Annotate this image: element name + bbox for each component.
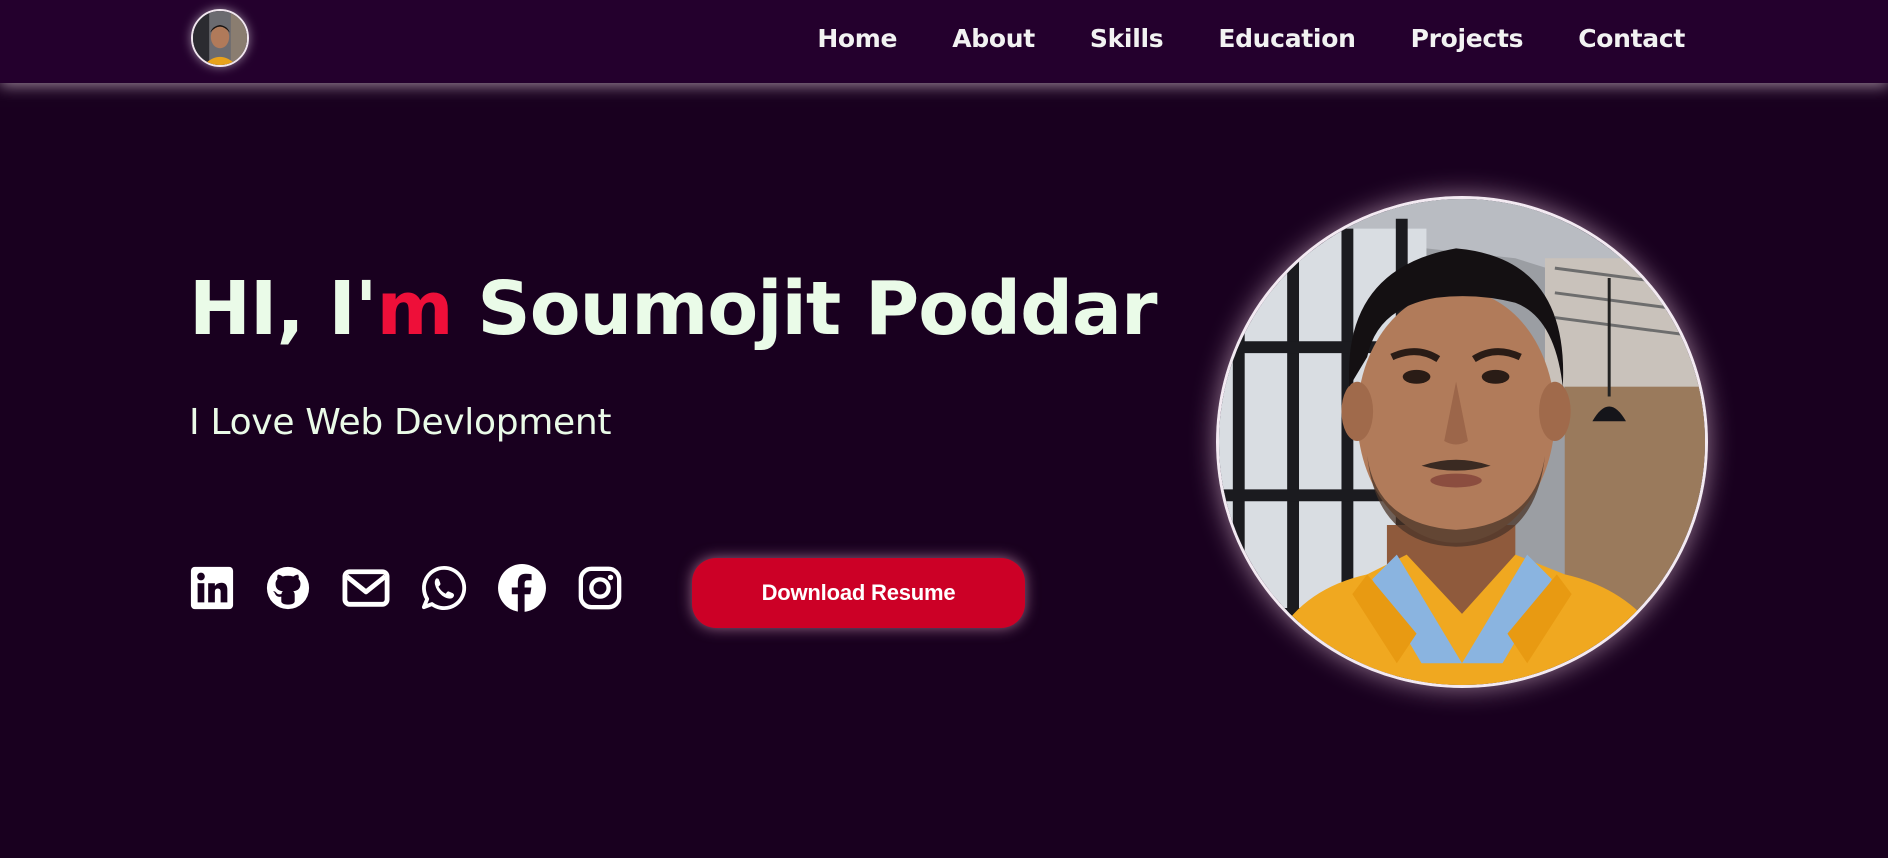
- download-resume-button[interactable]: Download Resume: [692, 558, 1025, 628]
- whatsapp-icon[interactable]: [421, 563, 467, 613]
- nav-link-about[interactable]: About: [952, 24, 1035, 53]
- hero-title: HI, I'm Soumojit Poddar: [189, 272, 1157, 346]
- github-icon[interactable]: [265, 563, 311, 613]
- instagram-icon[interactable]: [577, 563, 623, 613]
- hero-title-prefix: HI, I': [189, 266, 378, 352]
- social-links: [189, 563, 653, 613]
- linkedin-icon[interactable]: [189, 563, 235, 613]
- nav-link-skills[interactable]: Skills: [1090, 24, 1164, 53]
- nav-link-projects[interactable]: Projects: [1411, 24, 1524, 53]
- nav-link-education[interactable]: Education: [1218, 24, 1356, 53]
- nav-avatar[interactable]: [191, 9, 249, 67]
- nav-links: Home About Skills Education Projects Con…: [817, 0, 1685, 76]
- nav-link-home[interactable]: Home: [817, 24, 897, 53]
- hero-title-name: Soumojit Poddar: [452, 266, 1157, 352]
- navbar: Home About Skills Education Projects Con…: [0, 0, 1888, 83]
- facebook-icon[interactable]: [497, 563, 547, 613]
- hero-title-accent: m: [376, 266, 454, 352]
- email-icon[interactable]: [341, 563, 391, 613]
- profile-photo: [1216, 196, 1708, 688]
- nav-link-contact[interactable]: Contact: [1578, 24, 1685, 53]
- hero-subtitle: I Love Web Devlopment: [189, 402, 612, 443]
